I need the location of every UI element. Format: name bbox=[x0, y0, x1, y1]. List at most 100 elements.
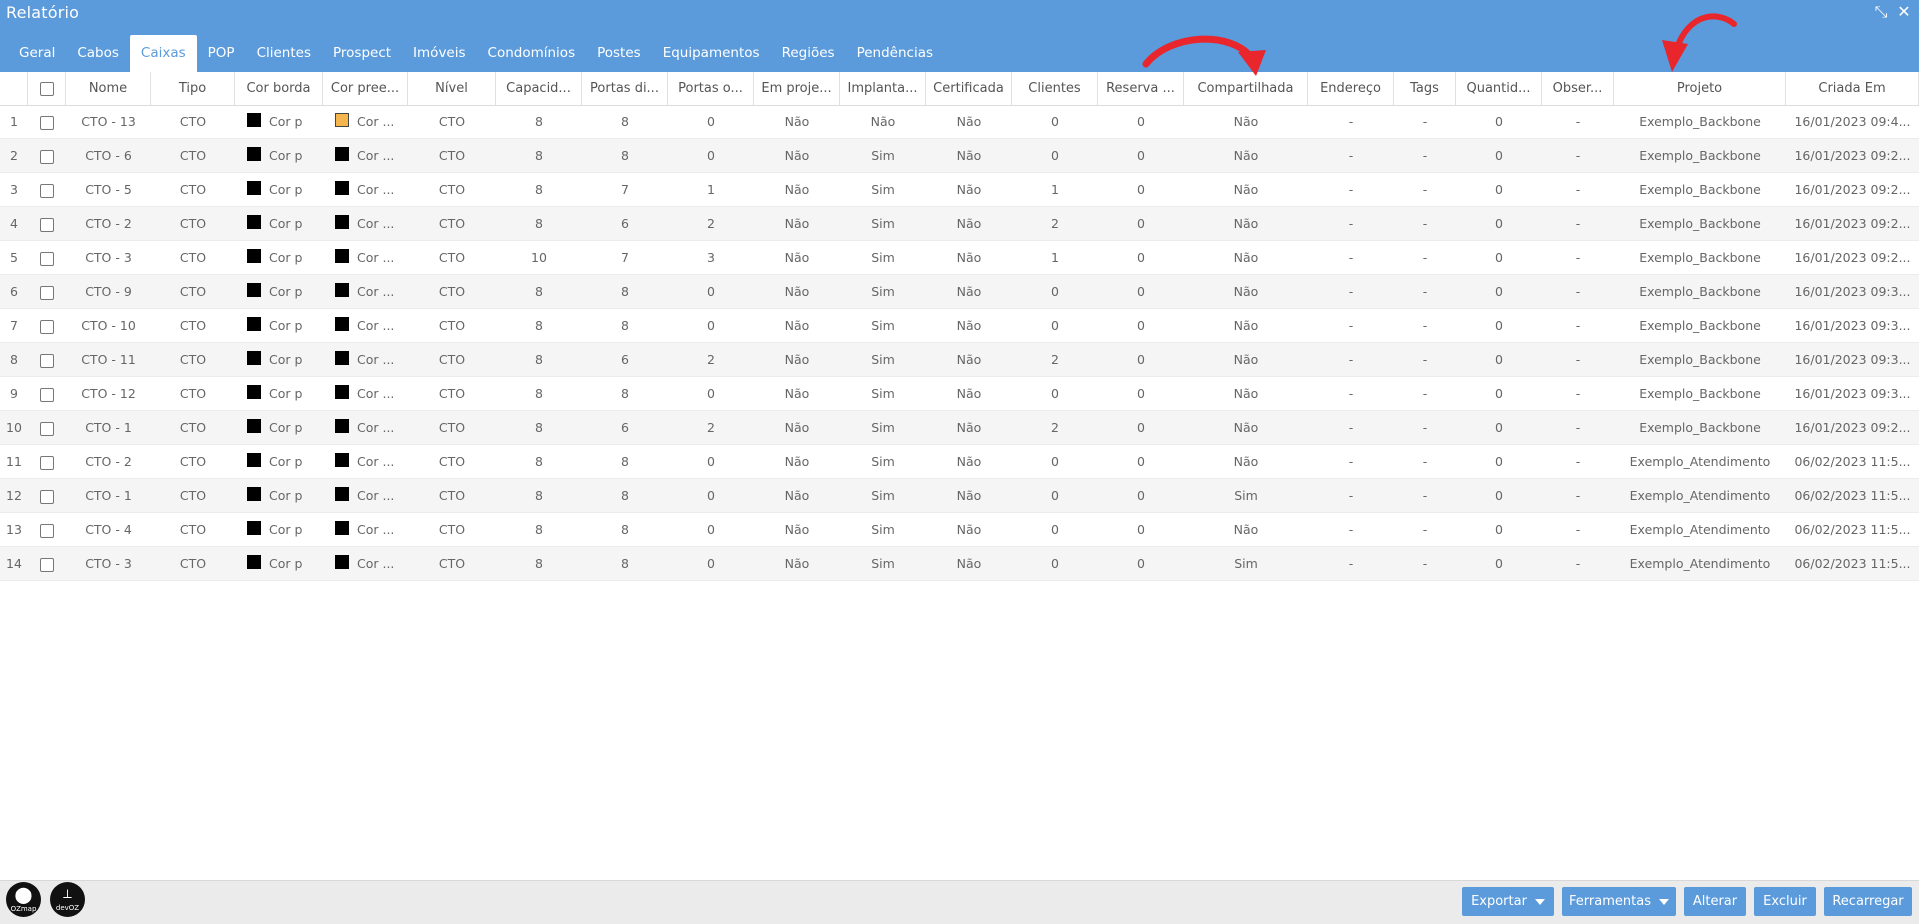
row-checkbox[interactable] bbox=[40, 115, 54, 130]
cell-criada: 16/01/2023 09:4... bbox=[1794, 114, 1911, 129]
select-all-checkbox[interactable] bbox=[39, 81, 54, 96]
excluir-button[interactable]: Excluir bbox=[1754, 887, 1816, 916]
row-checkbox[interactable] bbox=[40, 353, 54, 368]
header-nivel[interactable]: Nível bbox=[408, 72, 496, 105]
table-row[interactable]: 12 CTO - 1 CTO Cor p Cor ... CTO 8 8 0 Não Sim Não 0… bbox=[0, 479, 1919, 513]
table-row[interactable]: 2 CTO - 6 CTO Cor p Cor ... CTO 8 8 0 Não Sim Não 0 0… bbox=[0, 139, 1919, 173]
cell-res: 0 bbox=[1137, 352, 1145, 367]
cell-qtd: 0 bbox=[1495, 284, 1503, 299]
cell-tags: - bbox=[1422, 318, 1428, 333]
cell-comp: Não bbox=[1233, 114, 1259, 129]
cell-tags: - bbox=[1422, 114, 1428, 129]
cell-nivel: CTO bbox=[438, 148, 466, 163]
cell-criada: 16/01/2023 09:3... bbox=[1794, 284, 1911, 299]
row-checkbox[interactable] bbox=[40, 149, 54, 164]
row-checkbox[interactable] bbox=[40, 523, 54, 538]
table-row[interactable]: 4 CTO - 2 CTO Cor p Cor ... CTO 8 6 2 Não Sim Não 2 0… bbox=[0, 207, 1919, 241]
tab-prospect[interactable]: Prospect bbox=[322, 35, 402, 72]
table-row[interactable]: 6 CTO - 9 CTO Cor p Cor ... CTO 8 8 0 Não Sim Não 0 0… bbox=[0, 275, 1919, 309]
row-checkbox[interactable] bbox=[40, 319, 54, 334]
table-row[interactable]: 14 CTO - 3 CTO Cor p Cor ... CTO 8 8 0 Não Sim Não 0… bbox=[0, 547, 1919, 581]
tab-postes[interactable]: Postes bbox=[586, 35, 652, 72]
cell-pocup: 2 bbox=[707, 420, 715, 435]
tab-geral[interactable]: Geral bbox=[8, 35, 66, 72]
tab-pendencias[interactable]: Pendências bbox=[846, 35, 944, 72]
table-row[interactable]: 7 CTO - 10 CTO Cor p Cor ... CTO 8 8 0 Não Sim Não 0… bbox=[0, 309, 1919, 343]
header-quantid[interactable]: Quantid... bbox=[1456, 72, 1542, 105]
cell-res: 0 bbox=[1137, 386, 1145, 401]
header-nome[interactable]: Nome bbox=[66, 72, 151, 105]
tab-pop[interactable]: POP bbox=[197, 35, 246, 72]
tab-imoveis[interactable]: Imóveis bbox=[402, 35, 476, 72]
cell-nivel: CTO bbox=[438, 420, 466, 435]
header-portas-o[interactable]: Portas o... bbox=[668, 72, 754, 105]
tab-cabos[interactable]: Cabos bbox=[66, 35, 130, 72]
header-projeto[interactable]: Projeto bbox=[1614, 72, 1786, 105]
header-clientes[interactable]: Clientes bbox=[1012, 72, 1098, 105]
header-obser[interactable]: Obser... bbox=[1542, 72, 1614, 105]
header-cor-borda[interactable]: Cor borda bbox=[235, 72, 323, 105]
header-implanta[interactable]: Implanta... bbox=[840, 72, 926, 105]
tab-equipamentos[interactable]: Equipamentos bbox=[652, 35, 771, 72]
tab-clientes[interactable]: Clientes bbox=[246, 35, 322, 72]
alterar-button[interactable]: Alterar bbox=[1684, 887, 1746, 916]
exportar-button[interactable]: Exportar bbox=[1462, 887, 1554, 916]
color-swatch bbox=[247, 248, 261, 263]
header-capacid[interactable]: Capacid... bbox=[496, 72, 582, 105]
tab-caixas[interactable]: Caixas bbox=[129, 35, 197, 72]
cell-res: 0 bbox=[1137, 454, 1145, 469]
row-select bbox=[28, 173, 66, 207]
table-row[interactable]: 10 CTO - 1 CTO Cor p Cor ... CTO 8 6 2 Não Sim Não 2… bbox=[0, 411, 1919, 445]
cell-cli: 0 bbox=[1051, 522, 1059, 537]
row-checkbox[interactable] bbox=[40, 455, 54, 470]
header-select-all[interactable] bbox=[28, 72, 66, 105]
table-row[interactable]: 11 CTO - 2 CTO Cor p Cor ... CTO 8 8 0 Não Sim Não 0… bbox=[0, 445, 1919, 479]
table-row[interactable]: 5 CTO - 3 CTO Cor p Cor ... CTO 10 7 3 Não Sim Não 1… bbox=[0, 241, 1919, 275]
row-checkbox[interactable] bbox=[40, 183, 54, 198]
cell-obs: - bbox=[1575, 148, 1581, 163]
cell-cli: 0 bbox=[1051, 318, 1059, 333]
ferramentas-button[interactable]: Ferramentas bbox=[1562, 887, 1676, 916]
table-row[interactable]: 9 CTO - 12 CTO Cor p Cor ... CTO 8 8 0 Não Sim Não 0… bbox=[0, 377, 1919, 411]
row-checkbox[interactable] bbox=[40, 421, 54, 436]
header-row-number[interactable] bbox=[0, 72, 28, 105]
row-checkbox[interactable] bbox=[40, 557, 54, 572]
table-row[interactable]: 3 CTO - 5 CTO Cor p Cor ... CTO 8 7 1 Não Sim Não 1 0… bbox=[0, 173, 1919, 207]
cell-cert: Não bbox=[956, 284, 982, 299]
row-checkbox[interactable] bbox=[40, 217, 54, 232]
cell-pdisp: 8 bbox=[621, 284, 629, 299]
tab-regioes[interactable]: Regiões bbox=[771, 35, 846, 72]
cell-nome: CTO - 1 bbox=[85, 420, 132, 435]
table-row[interactable]: 1 CTO - 13 CTO Cor p Cor ... CTO 8 8 0 Não Não Não 0… bbox=[0, 105, 1919, 139]
header-certificada[interactable]: Certificada bbox=[926, 72, 1012, 105]
row-checkbox[interactable] bbox=[40, 489, 54, 504]
tab-condominios[interactable]: Condomínios bbox=[477, 35, 587, 72]
cell-obs: - bbox=[1575, 522, 1581, 537]
table-row[interactable]: 8 CTO - 11 CTO Cor p Cor ... CTO 8 6 2 Não Sim Não 2… bbox=[0, 343, 1919, 377]
header-criada-em[interactable]: Criada Em bbox=[1786, 72, 1919, 105]
header-em-proje[interactable]: Em proje... bbox=[754, 72, 840, 105]
pin-icon[interactable]: ⤡ bbox=[1872, 3, 1890, 21]
header-tipo[interactable]: Tipo bbox=[151, 72, 235, 105]
header-tags[interactable]: Tags bbox=[1394, 72, 1456, 105]
header-cor-pree[interactable]: Cor pree... bbox=[323, 72, 408, 105]
row-checkbox[interactable] bbox=[40, 387, 54, 402]
cell-pocup: 0 bbox=[707, 386, 715, 401]
header-endereco[interactable]: Endereço bbox=[1308, 72, 1394, 105]
table-row[interactable]: 13 CTO - 4 CTO Cor p Cor ... CTO 8 8 0 Não Sim Não 0… bbox=[0, 513, 1919, 547]
cell-cor-borda: Cor p bbox=[235, 207, 323, 241]
cell-obs: - bbox=[1575, 488, 1581, 503]
color-swatch bbox=[335, 554, 349, 569]
cell-proj: Não bbox=[784, 522, 810, 537]
cell-res: 0 bbox=[1137, 148, 1145, 163]
cell-cert: Não bbox=[956, 352, 982, 367]
row-checkbox[interactable] bbox=[40, 251, 54, 266]
color-swatch bbox=[335, 520, 349, 535]
color-swatch bbox=[335, 350, 349, 365]
cell-tipo: CTO bbox=[179, 284, 207, 299]
cell-tags: - bbox=[1422, 522, 1428, 537]
row-checkbox[interactable] bbox=[40, 285, 54, 300]
header-portas-di[interactable]: Portas di... bbox=[582, 72, 668, 105]
recarregar-button[interactable]: Recarregar bbox=[1824, 887, 1912, 916]
close-icon[interactable]: ✕ bbox=[1895, 3, 1913, 21]
